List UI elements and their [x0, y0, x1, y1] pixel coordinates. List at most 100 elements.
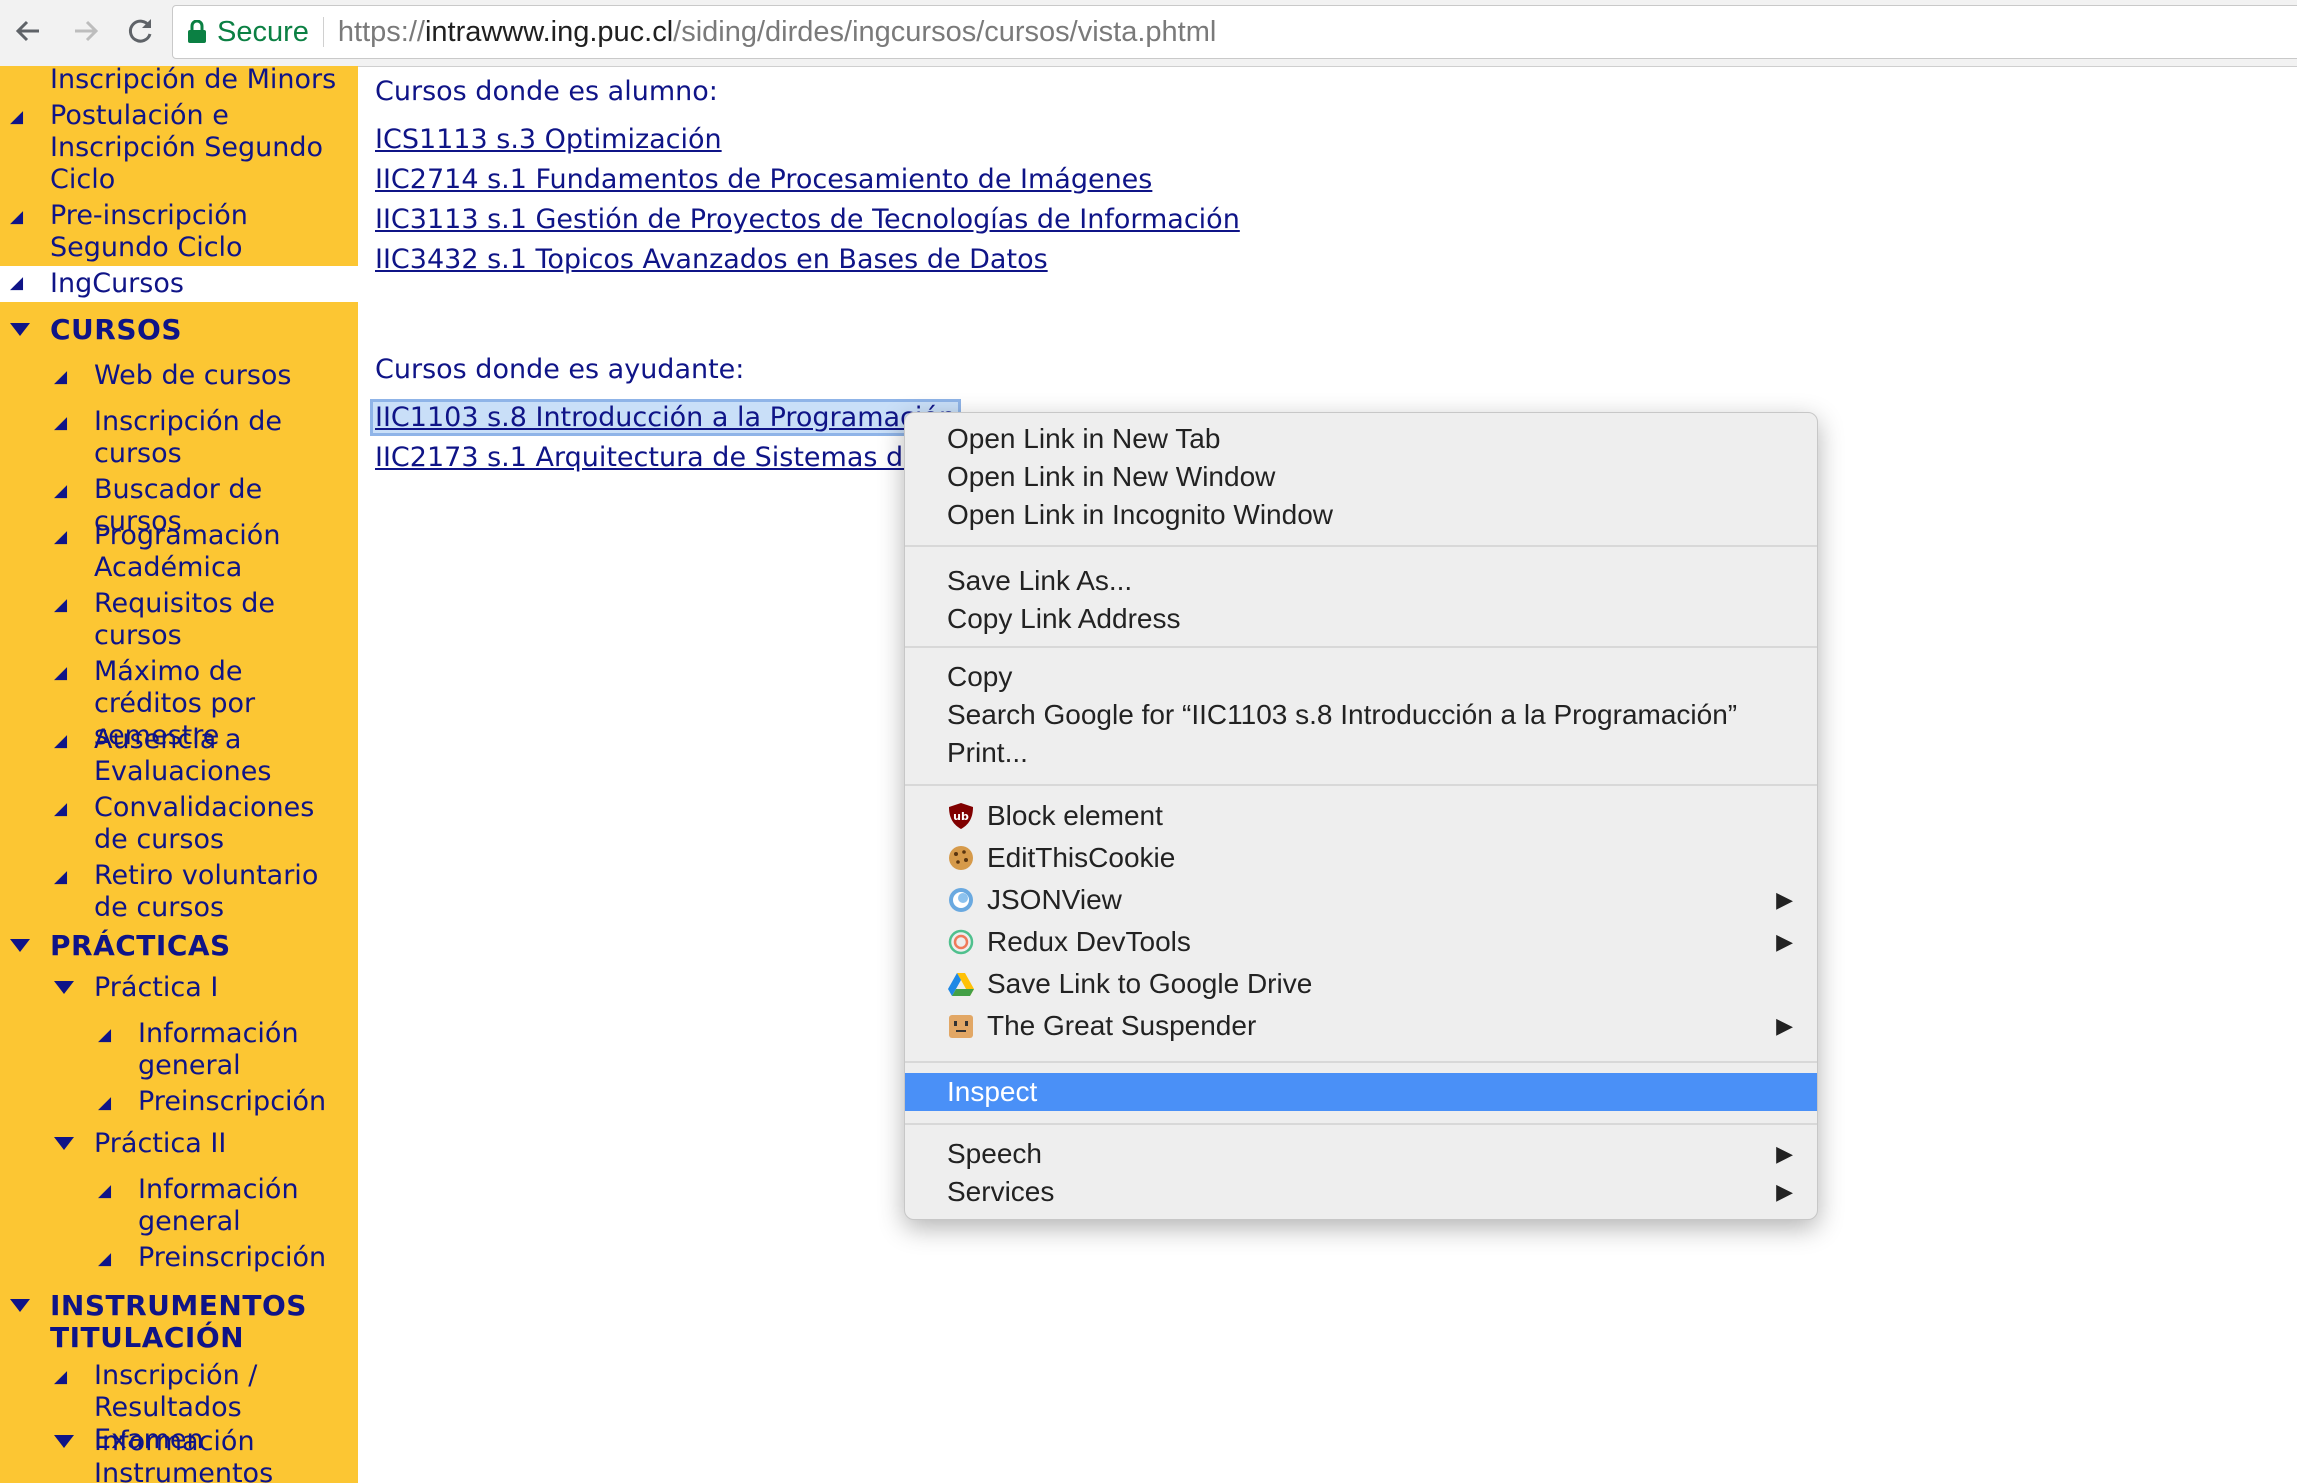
- corner-arrow-icon: ◢: [54, 663, 68, 683]
- corner-arrow-icon: ◢: [54, 1367, 68, 1387]
- menu-item-jsonview[interactable]: JSONView ▶: [905, 881, 1817, 919]
- sidebar-item-inscripcion-de-cursos[interactable]: ◢ Inscripción de cursos: [0, 406, 358, 470]
- corner-arrow-icon: ◢: [54, 413, 68, 433]
- back-button[interactable]: [8, 11, 48, 51]
- submenu-arrow-icon: ▶: [1776, 929, 1793, 954]
- sidebar-item-retiro-voluntario[interactable]: ◢ Retiro voluntario de cursos: [0, 860, 358, 924]
- course-link-highlighted[interactable]: IIC1103 s.8 Introducción a la Programaci…: [369, 399, 962, 436]
- menu-item-label: Open Link in New Tab: [947, 423, 1221, 454]
- sidebar-item-convalidaciones[interactable]: ◢ Convalidaciones de cursos: [0, 792, 358, 856]
- svg-text:ub: ub: [953, 810, 969, 823]
- sidebar-section-label: PRÁCTICAS: [50, 929, 231, 962]
- sidebar-item-minors[interactable]: Inscripción de Minors: [0, 66, 358, 96]
- sidebar-section-instrumentos[interactable]: INSTRUMENTOS TITULACIÓN: [0, 1290, 358, 1356]
- sidebar-item-label: Preinscripción: [138, 1242, 327, 1273]
- sidebar-item-informacion-instrumentos[interactable]: Información Instrumentos: [0, 1426, 358, 1483]
- course-link[interactable]: ICS1113 s.3 Optimización: [375, 124, 722, 155]
- reload-button[interactable]: [120, 11, 160, 51]
- sidebar-item-inscripcion-examen[interactable]: ◢ Inscripción / Resultados Examen: [0, 1360, 358, 1455]
- sidebar-item-label: Programación Académica: [94, 520, 281, 583]
- course-link[interactable]: IIC2714 s.1 Fundamentos de Procesamiento…: [375, 164, 1152, 195]
- menu-separator: [905, 1061, 1817, 1063]
- sidebar-item-ausencia[interactable]: ◢ Ausencia a Evaluaciones: [0, 724, 358, 788]
- corner-arrow-icon: ◢: [54, 731, 68, 751]
- menu-item-open-new-window[interactable]: Open Link in New Window: [905, 458, 1817, 496]
- menu-separator: [905, 646, 1817, 648]
- menu-item-label: Open Link in Incognito Window: [947, 499, 1333, 530]
- menu-separator: [905, 784, 1817, 786]
- sidebar-item-postulacion[interactable]: ◢ Postulación e Inscripción Segundo Cicl…: [0, 100, 358, 196]
- menu-item-label: The Great Suspender: [987, 1010, 1257, 1041]
- menu-item-label: Copy Link Address: [947, 603, 1181, 634]
- forward-button[interactable]: [66, 11, 106, 51]
- sidebar-item-label: Preinscripción: [138, 1086, 327, 1117]
- menu-item-label: Inspect: [947, 1076, 1038, 1107]
- corner-arrow-icon: ◢: [10, 273, 24, 293]
- corner-arrow-icon: ◢: [98, 1025, 112, 1045]
- sidebar-nav: Inscripción de Minors ◢ Postulación e In…: [0, 66, 358, 1483]
- course-link[interactable]: IIC3113 s.1 Gestión de Proyectos de Tecn…: [375, 204, 1240, 235]
- sidebar-item-programacion[interactable]: ◢ Programación Académica: [0, 520, 358, 584]
- menu-item-label: EditThisCookie: [987, 842, 1176, 873]
- menu-item-editthiscookie[interactable]: EditThisCookie: [905, 839, 1817, 877]
- sidebar-item-requisitos[interactable]: ◢ Requisitos de cursos: [0, 588, 358, 652]
- sidebar-item-practica-2-info[interactable]: ◢ Información general: [0, 1174, 358, 1238]
- sidebar-item-web-de-cursos[interactable]: ◢ Web de cursos: [0, 360, 358, 392]
- google-drive-icon: [948, 973, 974, 996]
- triangle-down-icon: [10, 1299, 30, 1312]
- menu-item-search-google[interactable]: Search Google for “IIC1103 s.8 Introducc…: [905, 696, 1817, 734]
- menu-item-label: Speech: [947, 1138, 1042, 1169]
- corner-arrow-icon: ◢: [54, 867, 68, 887]
- menu-item-open-new-tab[interactable]: Open Link in New Tab: [905, 420, 1817, 458]
- menu-item-copy[interactable]: Copy: [905, 658, 1817, 696]
- submenu-arrow-icon: ▶: [1776, 887, 1793, 912]
- sidebar-item-practica-1[interactable]: Práctica I: [0, 972, 358, 1004]
- menu-item-print[interactable]: Print...: [905, 734, 1817, 772]
- menu-item-save-link-as[interactable]: Save Link As...: [905, 562, 1817, 600]
- redux-icon: [948, 929, 974, 955]
- menu-item-great-suspender[interactable]: The Great Suspender ▶: [905, 1007, 1817, 1045]
- menu-item-redux-devtools[interactable]: Redux DevTools ▶: [905, 923, 1817, 961]
- menu-item-open-incognito[interactable]: Open Link in Incognito Window: [905, 496, 1817, 534]
- corner-arrow-icon: ◢: [54, 367, 68, 387]
- menu-item-label: Save Link to Google Drive: [987, 968, 1313, 999]
- menu-item-services[interactable]: Services ▶: [905, 1173, 1817, 1211]
- menu-item-save-to-drive[interactable]: Save Link to Google Drive: [905, 965, 1817, 1003]
- triangle-down-icon: [10, 323, 30, 336]
- menu-item-label: Services: [947, 1176, 1055, 1207]
- sidebar-section-label: CURSOS: [50, 313, 182, 346]
- menu-item-speech[interactable]: Speech ▶: [905, 1135, 1817, 1173]
- url-path: /siding/dirdes/ingcursos/cursos/vista.ph…: [673, 15, 1217, 48]
- course-link[interactable]: IIC3432 s.1 Topicos Avanzados en Bases d…: [375, 244, 1048, 275]
- sidebar-item-practica-2-preinscripcion[interactable]: ◢ Preinscripción: [0, 1242, 358, 1274]
- sidebar-item-ingcursos[interactable]: ◢ IngCursos: [0, 266, 358, 302]
- address-divider: [322, 17, 324, 47]
- sidebar-section-cursos[interactable]: CURSOS: [0, 314, 358, 348]
- sidebar-item-buscador[interactable]: ◢ Buscador de cursos: [0, 474, 358, 537]
- sidebar-section-practicas[interactable]: PRÁCTICAS: [0, 930, 358, 964]
- corner-arrow-icon: ◢: [54, 481, 68, 501]
- sidebar-item-practica-1-preinscripcion[interactable]: ◢ Preinscripción: [0, 1086, 358, 1118]
- context-menu: Open Link in New Tab Open Link in New Wi…: [904, 412, 1818, 1220]
- sidebar-item-label: Información Instrumentos: [94, 1426, 274, 1483]
- sidebar-item-practica-1-info[interactable]: ◢ Información general: [0, 1018, 358, 1082]
- submenu-arrow-icon: ▶: [1776, 1179, 1793, 1204]
- menu-item-copy-link-address[interactable]: Copy Link Address: [905, 600, 1817, 638]
- corner-arrow-icon: ◢: [98, 1249, 112, 1269]
- corner-arrow-icon: ◢: [10, 107, 24, 127]
- submenu-arrow-icon: ▶: [1776, 1013, 1793, 1038]
- menu-item-inspect[interactable]: Inspect: [905, 1073, 1817, 1111]
- lock-icon: [187, 20, 207, 44]
- url-scheme: https://: [337, 15, 425, 48]
- menu-item-block-element[interactable]: ub Block element: [905, 797, 1817, 835]
- address-bar[interactable]: Secure https://intrawww.ing.puc.cl/sidin…: [172, 5, 2297, 59]
- sidebar-item-maximo-creditos[interactable]: ◢ Máximo de créditos por semestre: [0, 656, 358, 751]
- sidebar-item-preinscripcion[interactable]: ◢ Pre-inscripción Segundo Ciclo: [0, 200, 358, 264]
- sidebar-item-label: Inscripción de Minors: [50, 66, 337, 95]
- forward-arrow-icon: [75, 20, 99, 42]
- secure-label: Secure: [217, 15, 309, 48]
- sidebar-item-practica-2[interactable]: Práctica II: [0, 1128, 358, 1160]
- menu-item-label: Print...: [947, 737, 1028, 768]
- submenu-arrow-icon: ▶: [1776, 1141, 1793, 1166]
- triangle-down-icon: [54, 1137, 74, 1150]
